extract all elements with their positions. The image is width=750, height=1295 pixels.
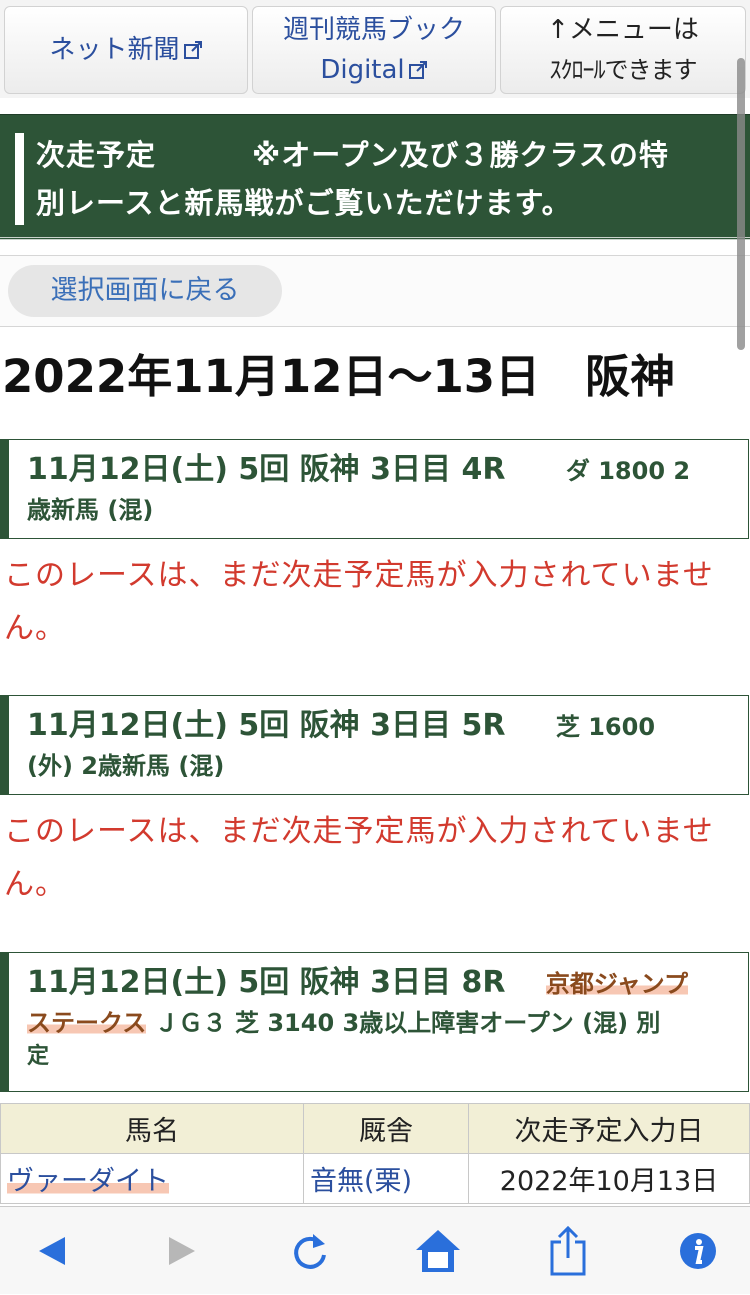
next-race-table: 馬名 厩舎 次走予定入力日 ヴァーダイト 音無(栗) 2022年10月13日 xyxy=(0,1103,750,1204)
browser-toolbar xyxy=(0,1206,750,1294)
scrollbar[interactable] xyxy=(737,58,745,350)
table-header-row: 馬名 厩舎 次走予定入力日 xyxy=(0,1103,750,1154)
weekly-keiba-book-digital-button[interactable]: 週刊競馬ブック Digital xyxy=(252,6,496,94)
home-button[interactable] xyxy=(398,1207,478,1295)
section-note-line2: 別レースと新馬戦がご覧いただけます。 xyxy=(36,186,572,220)
net-news-button[interactable]: ネット新聞 xyxy=(4,6,248,94)
race-title: 11月12日(土) 5回 阪神 3日目 8R xyxy=(27,965,506,1000)
horse-name-link[interactable]: ヴァーダイト xyxy=(0,1153,304,1204)
race-title: 11月12日(土) 5回 阪神 3日目 4R xyxy=(27,452,506,487)
notice-text-cont: ん。 xyxy=(4,611,66,646)
race-name-highlight-cont: ステークス xyxy=(27,1009,147,1037)
page-title: 2022年11月12日〜13日 阪神 xyxy=(2,350,676,403)
race-condition: 歳新馬 (混) xyxy=(27,496,154,524)
table-row: ヴァーダイト 音無(栗) 2022年10月13日 xyxy=(0,1153,750,1204)
col-entry-date: 次走予定入力日 xyxy=(468,1103,750,1154)
info-button[interactable] xyxy=(658,1207,738,1295)
entry-date: 2022年10月13日 xyxy=(468,1153,750,1204)
top-nav: ネット新聞 週刊競馬ブック Digital ↑メニューは ｽｸﾛｰﾙできます xyxy=(0,0,750,98)
race-notice-4r: このレースは、まだ次走予定馬が入力されていませ ん。 xyxy=(4,549,744,655)
race-notice-5r: このレースは、まだ次走予定馬が入力されていませ ん。 xyxy=(4,805,744,911)
external-link-icon xyxy=(408,61,427,79)
back-button[interactable] xyxy=(12,1207,92,1295)
race-course: 芝 1600 xyxy=(555,713,656,741)
menu-hint-line1: ↑メニューは xyxy=(547,15,699,45)
section-header: 次走予定 ※オープン及び３勝クラスの特 別レースと新馬戦がご覧いただけます。 xyxy=(0,114,750,240)
notice-text: このレースは、まだ次走予定馬が入力されていませ xyxy=(4,558,714,593)
race-card-5r[interactable]: 11月12日(土) 5回 阪神 3日目 5R 芝 1600 (外) 2歳新馬 (… xyxy=(0,695,749,795)
section-note-line1: ※オープン及び３勝クラスの特 xyxy=(252,138,669,172)
home-icon xyxy=(416,1230,460,1272)
back-to-selection-button[interactable]: 選択画面に戻る xyxy=(8,265,282,317)
race-condition: ＪＧ３ 芝 3140 3歳以上障害オープン (混) 別 xyxy=(146,1009,661,1037)
share-icon xyxy=(550,1226,586,1276)
race-name-highlight: 京都ジャンプ xyxy=(545,970,688,998)
race-card-8r[interactable]: 11月12日(土) 5回 阪神 3日目 8R 京都ジャンプ ステークス ＪＧ３ … xyxy=(0,952,749,1092)
weekly-line2: Digital xyxy=(320,55,405,85)
horse-name: ヴァーダイト xyxy=(7,1166,169,1197)
reload-button[interactable] xyxy=(270,1207,350,1295)
notice-text: このレースは、まだ次走予定馬が入力されていませ xyxy=(4,814,714,849)
stable-link[interactable]: 音無(栗) xyxy=(303,1153,469,1204)
menu-hint-button[interactable]: ↑メニューは ｽｸﾛｰﾙできます xyxy=(500,6,746,94)
external-link-icon xyxy=(183,41,202,59)
race-card-4r[interactable]: 11月12日(土) 5回 阪神 3日目 4R ダ 1800 2 歳新馬 (混) xyxy=(0,439,749,539)
col-stable: 厩舎 xyxy=(303,1103,469,1154)
section-title: 次走予定 xyxy=(36,138,157,172)
net-news-label: ネット新聞 xyxy=(49,35,180,65)
race-course: ダ 1800 2 xyxy=(565,457,691,485)
forward-arrow-icon xyxy=(169,1237,195,1265)
section-accent-bar xyxy=(15,133,24,225)
back-arrow-icon xyxy=(39,1237,65,1265)
race-title: 11月12日(土) 5回 阪神 3日目 5R xyxy=(27,708,506,743)
back-area: 選択画面に戻る xyxy=(0,255,750,327)
race-condition-cont: 定 xyxy=(27,1044,50,1069)
forward-button[interactable] xyxy=(142,1207,222,1295)
reload-icon xyxy=(294,1234,326,1269)
menu-hint-line2: ｽｸﾛｰﾙできます xyxy=(549,56,698,84)
col-horse-name: 馬名 xyxy=(0,1103,304,1154)
info-icon xyxy=(680,1233,716,1269)
share-button[interactable] xyxy=(528,1207,608,1295)
notice-text-cont: ん。 xyxy=(4,867,66,902)
race-condition: (外) 2歳新馬 (混) xyxy=(27,752,225,780)
weekly-line1: 週刊競馬ブック xyxy=(282,15,465,45)
